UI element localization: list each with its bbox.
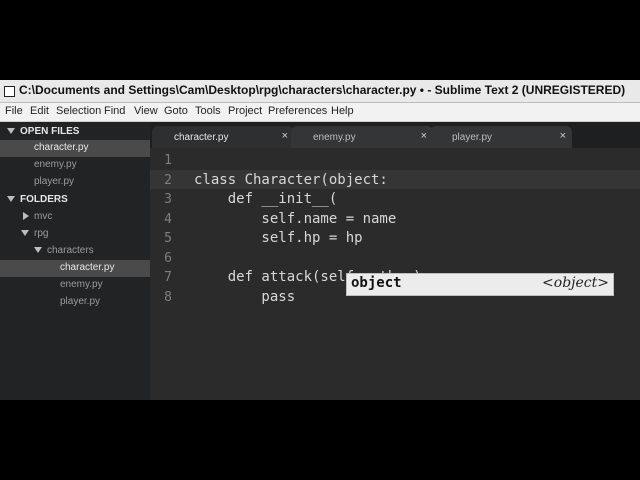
- expand-arrow-icon: [23, 212, 29, 220]
- tab-enemy[interactable]: enemy.py ×: [291, 126, 433, 148]
- collapse-arrow-icon: [7, 196, 15, 202]
- title-bar: C:\Documents and Settings\Cam\Desktop\rp…: [0, 80, 640, 103]
- autocomplete-item[interactable]: object: [351, 275, 402, 291]
- menu-edit[interactable]: Edit: [30, 105, 49, 117]
- close-icon[interactable]: ×: [421, 130, 427, 142]
- folder-item-mvc[interactable]: mvc: [0, 209, 150, 226]
- menu-goto[interactable]: Goto: [164, 105, 188, 117]
- file-item[interactable]: character.py: [0, 260, 150, 277]
- line-number: 3: [164, 192, 172, 207]
- line-number: 4: [164, 212, 172, 227]
- window-title: C:\Documents and Settings\Cam\Desktop\rp…: [19, 83, 626, 97]
- open-file-item[interactable]: character.py: [0, 140, 150, 157]
- line-number: 5: [164, 231, 172, 246]
- code-line: self.hp = hp: [194, 230, 363, 246]
- menu-find[interactable]: Find: [104, 105, 125, 117]
- code-line: def __init__(: [194, 191, 338, 207]
- line-number: 2: [164, 173, 172, 188]
- menu-help[interactable]: Help: [331, 105, 354, 117]
- menu-preferences[interactable]: Preferences: [268, 105, 327, 117]
- code-line: class Character(object:: [194, 172, 388, 188]
- autocomplete-popup[interactable]: object <object>: [346, 273, 614, 296]
- tab-player[interactable]: player.py ×: [430, 126, 572, 148]
- file-item[interactable]: enemy.py: [0, 277, 150, 294]
- collapse-arrow-icon: [21, 230, 29, 236]
- menu-view[interactable]: View: [134, 105, 158, 117]
- menu-project[interactable]: Project: [228, 105, 262, 117]
- open-file-item[interactable]: enemy.py: [0, 157, 150, 174]
- open-file-item[interactable]: player.py: [0, 174, 150, 191]
- menu-bar: File Edit Selection Find View Goto Tools…: [0, 103, 640, 122]
- file-item[interactable]: player.py: [0, 294, 150, 311]
- line-number: 6: [164, 251, 172, 266]
- menu-selection[interactable]: Selection: [56, 105, 101, 117]
- folder-item-rpg[interactable]: rpg: [0, 226, 150, 243]
- sidebar: OPEN FILES character.py enemy.py player.…: [0, 122, 150, 400]
- close-icon[interactable]: ×: [560, 130, 566, 142]
- menu-file[interactable]: File: [5, 105, 23, 117]
- tab-bar: character.py × enemy.py × player.py ×: [150, 122, 640, 148]
- line-number: 1: [164, 153, 172, 168]
- folders-header[interactable]: FOLDERS: [0, 192, 150, 208]
- line-number: 7: [164, 270, 172, 285]
- close-icon[interactable]: ×: [282, 130, 288, 142]
- tab-character[interactable]: character.py ×: [152, 126, 294, 148]
- code-line: self.name = name: [194, 211, 397, 227]
- sublime-window: C:\Documents and Settings\Cam\Desktop\rp…: [0, 80, 640, 400]
- line-number: 8: [164, 290, 172, 305]
- folder-item-characters[interactable]: characters: [0, 243, 150, 260]
- menu-tools[interactable]: Tools: [195, 105, 221, 117]
- code-line: pass: [194, 289, 296, 305]
- collapse-arrow-icon: [34, 247, 42, 253]
- window-icon: [4, 86, 15, 97]
- autocomplete-hint: <object>: [542, 275, 609, 291]
- collapse-arrow-icon: [7, 128, 15, 134]
- open-files-header[interactable]: OPEN FILES: [0, 124, 150, 140]
